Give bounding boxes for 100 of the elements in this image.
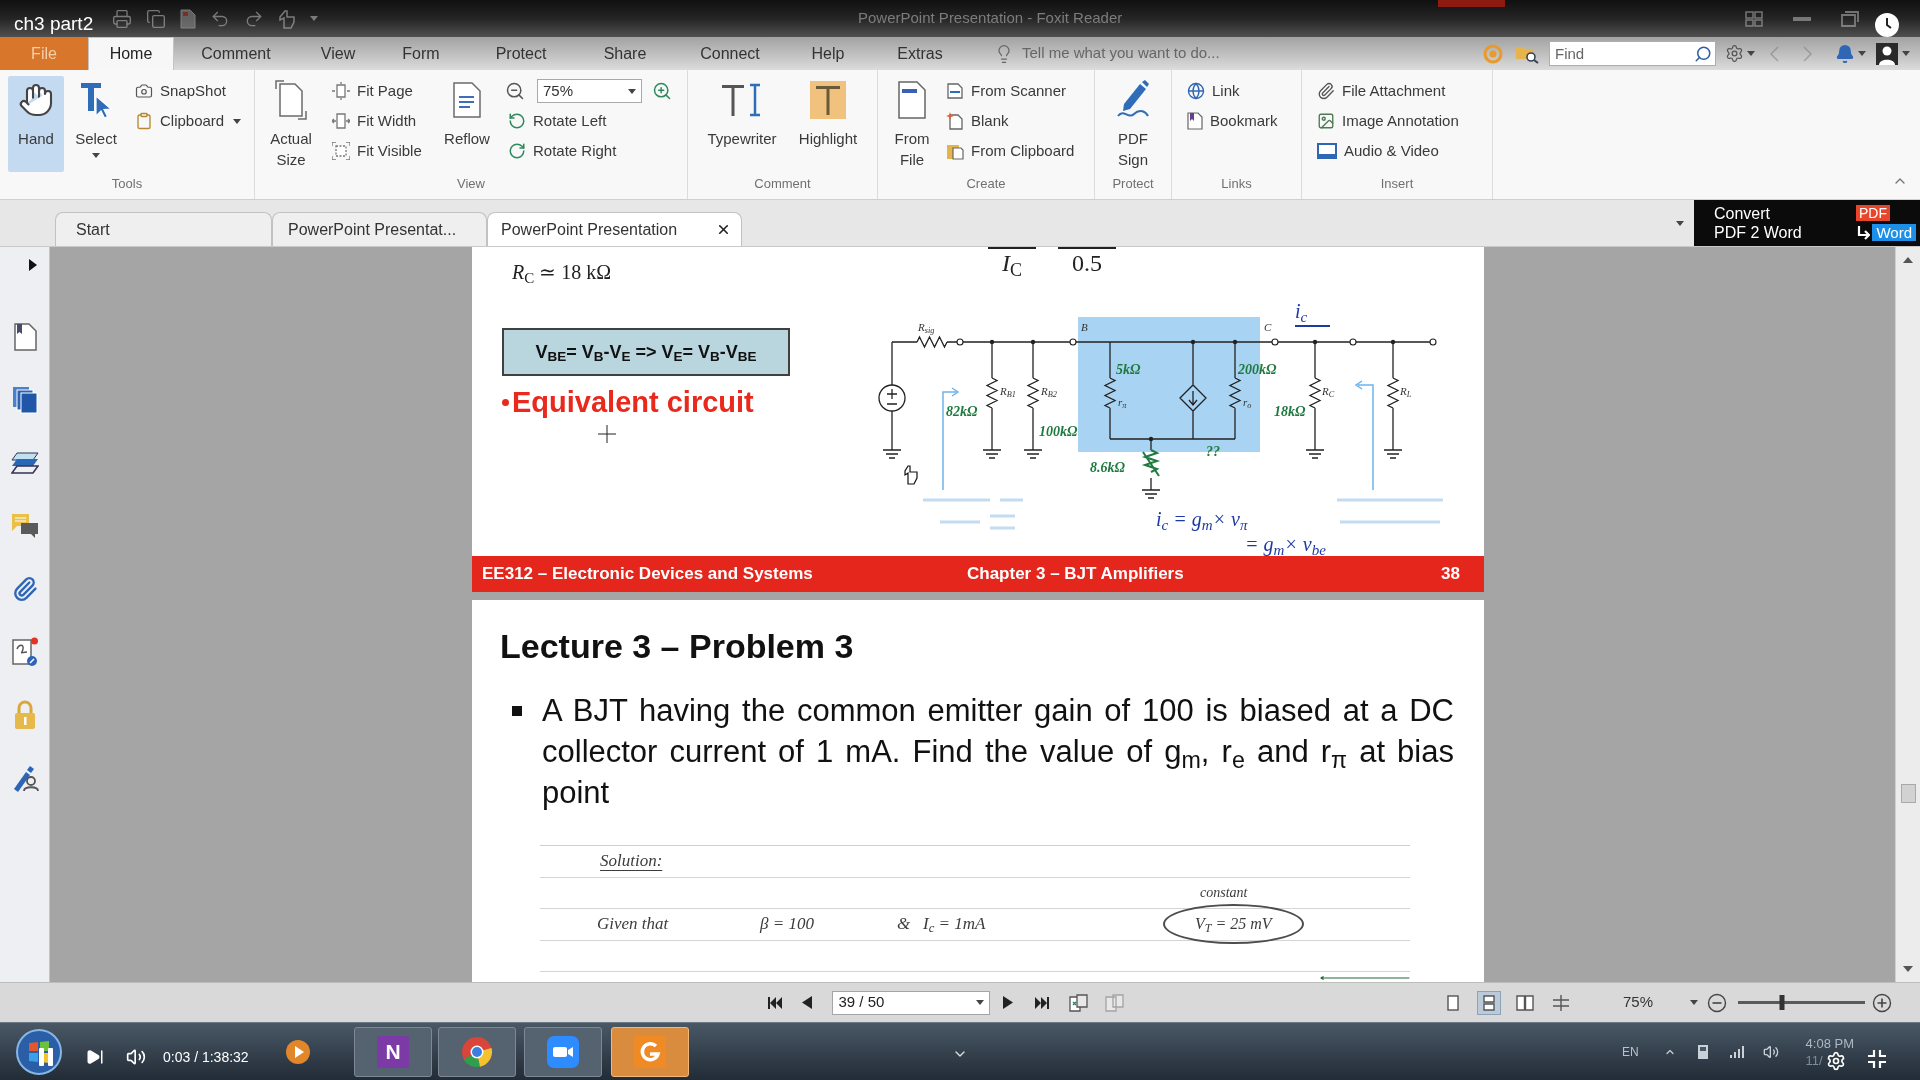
layers-icon[interactable] [10, 451, 39, 475]
skip-next-icon[interactable] [86, 1048, 104, 1066]
tool-button[interactable]: Clipboard [132, 106, 245, 136]
caret-icon [1902, 51, 1910, 56]
document-tab[interactable]: PowerPoint Presentat... [272, 212, 487, 246]
tool-button[interactable]: Bookmark [1184, 106, 1281, 136]
pages-copy-icon[interactable] [1068, 993, 1089, 1012]
circled-note: V$_{T}$ = 25 mV [1163, 904, 1304, 945]
scroll-down-icon[interactable] [1903, 966, 1913, 972]
clock-icon[interactable] [1875, 13, 1899, 37]
menu-tab[interactable]: Form [378, 37, 464, 70]
tool-button[interactable]: Fit Page [329, 76, 435, 106]
paperclip-icon[interactable] [11, 576, 38, 602]
menu-tab[interactable]: Connect [672, 37, 788, 70]
tool-button[interactable]: Typewriter [698, 76, 786, 172]
tool-button[interactable]: Select [70, 76, 122, 172]
zoom-in-icon[interactable] [652, 81, 672, 101]
page-field[interactable]: 39 / 50 [831, 990, 990, 1015]
zoom-combo[interactable]: 75% [537, 79, 642, 103]
menu-tab[interactable]: Protect [464, 37, 578, 70]
tool-button[interactable]: Audio & Video [1314, 136, 1462, 166]
next-page-icon[interactable] [1002, 996, 1013, 1009]
footer-course: EE312 – Electronic Devices and Systems [482, 563, 814, 586]
first-page-icon[interactable] [767, 995, 782, 1010]
hand-pointer-icon[interactable] [278, 8, 296, 29]
tool-button[interactable]: Link [1184, 76, 1281, 106]
tool-button[interactable]: From File [885, 76, 939, 172]
document-icon[interactable] [180, 8, 196, 29]
find-field[interactable]: Find [1549, 41, 1716, 66]
close-icon[interactable] [716, 222, 731, 237]
grid-icon[interactable] [1745, 10, 1763, 27]
previous-page-icon[interactable] [801, 996, 812, 1009]
zoom-dropdown[interactable]: 75% [1620, 990, 1702, 1015]
zoom-out-icon[interactable] [505, 81, 525, 101]
view-mode-button[interactable] [1477, 990, 1501, 1015]
continuous-facing-icon [1552, 994, 1570, 1011]
language-indicator[interactable]: EN [1621, 1042, 1639, 1061]
tool-button[interactable]: Rotate Left [505, 106, 672, 136]
caret-icon [1858, 51, 1866, 56]
tool-button[interactable]: Hand [8, 76, 64, 172]
document-tab[interactable]: PowerPoint Presentation [487, 212, 742, 246]
minimize-icon[interactable] [1793, 16, 1811, 21]
tool-button[interactable]: File Attachment [1314, 76, 1462, 106]
tool-button[interactable]: From Clipboard [943, 136, 1078, 166]
last-page-icon[interactable] [1034, 995, 1049, 1010]
signal-bars-icon[interactable] [1728, 1043, 1745, 1060]
taskbar-app-button[interactable] [611, 1026, 689, 1077]
tool-button[interactable]: Fit Visible [329, 136, 435, 166]
restore-icon[interactable] [1841, 10, 1859, 27]
tool-button[interactable]: Blank [943, 106, 1078, 136]
problem-text: A BJT having the common emitter gain of 100 is biased at a DC collector current of 1 mA. Find the value of g$_{m}$, r$_{e}$ and r$_{π}$ at bias point [542, 692, 1454, 812]
speaker-icon[interactable] [1762, 1043, 1779, 1060]
bookmark-page-icon[interactable] [12, 323, 37, 351]
handwritten-note: β = 100 [760, 914, 814, 935]
tool-button[interactable]: From Scanner [943, 76, 1078, 106]
document-tab[interactable]: Start [55, 212, 272, 246]
tool-button[interactable]: SnapShot [132, 76, 245, 106]
handwritten-note: I$_{c}$ = 1mA [923, 914, 986, 935]
tool-button[interactable]: Highlight [792, 76, 864, 172]
convert-banner[interactable]: Convert PDF 2 Word PDF Word [1694, 200, 1920, 246]
handwritten-value: ?? [1206, 444, 1220, 460]
handwritten-value: 5kΩ [1116, 362, 1141, 378]
group-label: View [457, 176, 485, 192]
image-icon [1317, 112, 1335, 130]
speech-bubbles-icon[interactable] [10, 513, 39, 539]
menu-tab[interactable]: View [298, 37, 378, 70]
tool-button[interactable]: Fit Width [329, 106, 435, 136]
taskbar-app-button[interactable]: N [354, 1026, 432, 1077]
menu-tab[interactable]: Help [788, 37, 868, 70]
scroll-up-icon[interactable] [1903, 257, 1913, 263]
tool-button[interactable]: Reflow [439, 76, 495, 172]
zoom-out-icon[interactable] [1707, 992, 1727, 1013]
circuit-label: r$_{π}$ [1118, 395, 1127, 409]
exit-fullscreen-icon[interactable] [1868, 1050, 1886, 1068]
copy-icon[interactable] [146, 8, 166, 29]
zoom-slider-thumb[interactable] [1779, 995, 1785, 1010]
expand-panel-icon[interactable] [29, 259, 37, 271]
group-label: Create [966, 176, 1006, 192]
user-icon[interactable] [1876, 42, 1898, 65]
signed-document-icon[interactable] [10, 637, 39, 667]
search-icon[interactable] [1694, 44, 1712, 63]
tool-button[interactable]: Rotate Right [505, 136, 672, 166]
taskbar-app-button[interactable] [524, 1026, 602, 1077]
printer-icon[interactable] [112, 8, 132, 29]
menu-tab[interactable]: Extras [868, 37, 972, 70]
tell-me-field[interactable]: Tell me what you want to do... [1022, 42, 1272, 65]
stacked-pages-icon[interactable] [11, 386, 38, 414]
bell-icon[interactable] [1835, 43, 1855, 64]
volume-icon[interactable] [126, 1047, 146, 1067]
tool-button[interactable]: Actual Size [263, 76, 319, 172]
zoom-in-icon[interactable] [1872, 992, 1892, 1013]
tool-button[interactable]: Image Annotation [1314, 106, 1462, 136]
scrollbar-thumb[interactable] [1900, 784, 1916, 803]
rotate-right-icon [508, 142, 526, 160]
menu-tab[interactable]: Comment [174, 37, 298, 70]
indicator-strip [1438, 0, 1505, 7]
tool-button[interactable]: PDF Sign [1105, 76, 1161, 172]
rotate-left-icon [508, 112, 526, 130]
menu-tab[interactable]: Share [578, 37, 672, 70]
menu-tab[interactable]: Home [88, 37, 174, 70]
